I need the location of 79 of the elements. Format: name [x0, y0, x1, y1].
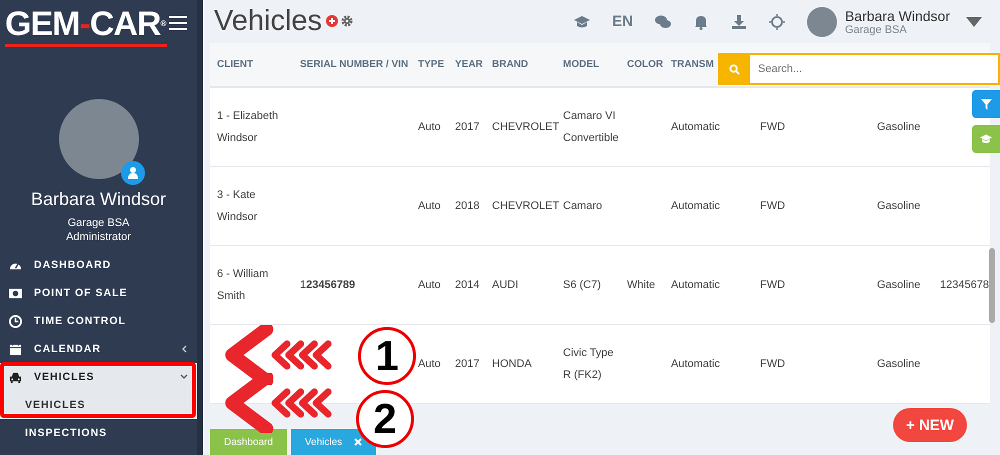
table-cell-text: Auto: [418, 278, 442, 293]
column-header[interactable]: TRANSM: [671, 59, 714, 70]
company-name: Garage BSA: [844, 24, 908, 36]
table-cell-text: Gasoline: [877, 357, 922, 372]
table-cell-text: 1 - Elizabeth Windsor: [217, 109, 280, 146]
table-cell-text: Gasoline: [877, 199, 922, 214]
table-cell-text: Automatic: [671, 357, 721, 372]
table-cell-text: FWD: [760, 199, 786, 214]
table-cell-text: FWD: [760, 278, 786, 293]
menu-item[interactable]: DASHBOARD: [0, 251, 197, 279]
scrollbar[interactable]: [989, 248, 995, 323]
car-icon: [9, 370, 22, 384]
language-selector[interactable]: EN: [612, 13, 633, 30]
close-icon[interactable]: [354, 438, 362, 446]
filter-button[interactable]: [972, 90, 1000, 118]
column-header[interactable]: COLOR: [627, 59, 664, 70]
table-cell-text: S6 (C7): [563, 278, 602, 293]
table-cell-text: Camaro: [563, 199, 604, 214]
avatar-placeholder[interactable]: [806, 6, 837, 36]
table-cell-text: Gasoline: [877, 278, 922, 293]
table-cell-text: 2017: [455, 357, 480, 372]
notifications-icon[interactable]: [692, 14, 709, 30]
user-name: Barbara Windsor: [30, 189, 168, 210]
table-cell-text: Automatic: [671, 120, 721, 135]
table-cell-text: FWD: [760, 357, 786, 372]
settings-icon[interactable]: [341, 15, 354, 27]
user-name: Barbara Windsor: [844, 8, 950, 24]
table-cell-text: Auto: [418, 357, 442, 372]
table-cell-text: CHEVROLET: [492, 199, 560, 214]
search-field[interactable]: Search...: [750, 53, 1000, 85]
table-cell-text: Auto: [418, 199, 442, 214]
brightness-icon[interactable]: [768, 14, 785, 30]
submenu-item[interactable]: INSPECTIONS: [0, 419, 197, 447]
table-cell-text: 12345678: [940, 278, 990, 293]
table-cell-text: Automatic: [671, 278, 721, 293]
page-title: Vehicles: [214, 5, 322, 38]
chat-icon[interactable]: [654, 14, 671, 30]
table-cell-text: CHEVROLET: [492, 120, 560, 135]
tutorial-button[interactable]: [972, 125, 1000, 153]
calendar-icon: [9, 342, 22, 356]
column-header[interactable]: YEAR: [455, 59, 483, 70]
table-cell-text: 3 - Kate Windsor: [217, 188, 258, 225]
vin-link[interactable]: 123456789: [300, 274, 418, 296]
table-cell-text: Camaro VI Convertible: [563, 109, 620, 146]
graduation-cap-icon[interactable]: [574, 14, 590, 30]
chevron-icon: [180, 373, 188, 381]
filter-icon: [980, 98, 992, 110]
menu-item[interactable]: POINT OF SALE: [0, 279, 197, 307]
column-header[interactable]: MODEL: [563, 59, 600, 70]
table-cell-text: Civic Type R (FK2): [563, 346, 615, 383]
column-header[interactable]: TYPE: [418, 59, 444, 70]
user-role: Administrator: [65, 230, 132, 244]
company-name: Garage BSA: [66, 216, 130, 230]
table-cell-text: FWD: [760, 120, 786, 135]
column-header[interactable]: SERIAL NUMBER / VIN: [300, 59, 408, 70]
graduation-cap-icon: [978, 133, 994, 145]
banknote-icon: [9, 286, 22, 300]
logo: GEM-CAR$^{®}$: [5, 4, 168, 47]
table-cell-text: 6 - William Smith: [217, 267, 270, 304]
table-cell-text: Automatic: [671, 199, 721, 214]
table-cell-text: 2014: [455, 278, 480, 293]
table-cell-text: Gasoline: [877, 120, 922, 135]
download-icon[interactable]: [730, 14, 747, 30]
table-cell-text: AUDI: [492, 278, 520, 293]
user-badge-icon: [120, 161, 144, 185]
chevron-icon: [180, 345, 188, 353]
clock-icon: [9, 314, 22, 328]
menu-icon[interactable]: [169, 16, 187, 30]
table-cell-text: 2017: [455, 120, 480, 135]
table-cell-text: Auto: [418, 120, 442, 135]
menu-item[interactable]: TIME CONTROL: [0, 307, 197, 335]
menu-item[interactable]: CALENDAR: [0, 335, 197, 363]
table-cell-text: HONDA: [492, 357, 533, 372]
column-header[interactable]: BRAND: [492, 59, 528, 70]
table-cell-text: 2018: [455, 199, 480, 214]
add-icon[interactable]: [326, 15, 338, 27]
table-cell-text: White: [627, 278, 656, 293]
new-button[interactable]: + NEW: [893, 408, 967, 442]
column-header[interactable]: CLIENT: [217, 59, 254, 70]
